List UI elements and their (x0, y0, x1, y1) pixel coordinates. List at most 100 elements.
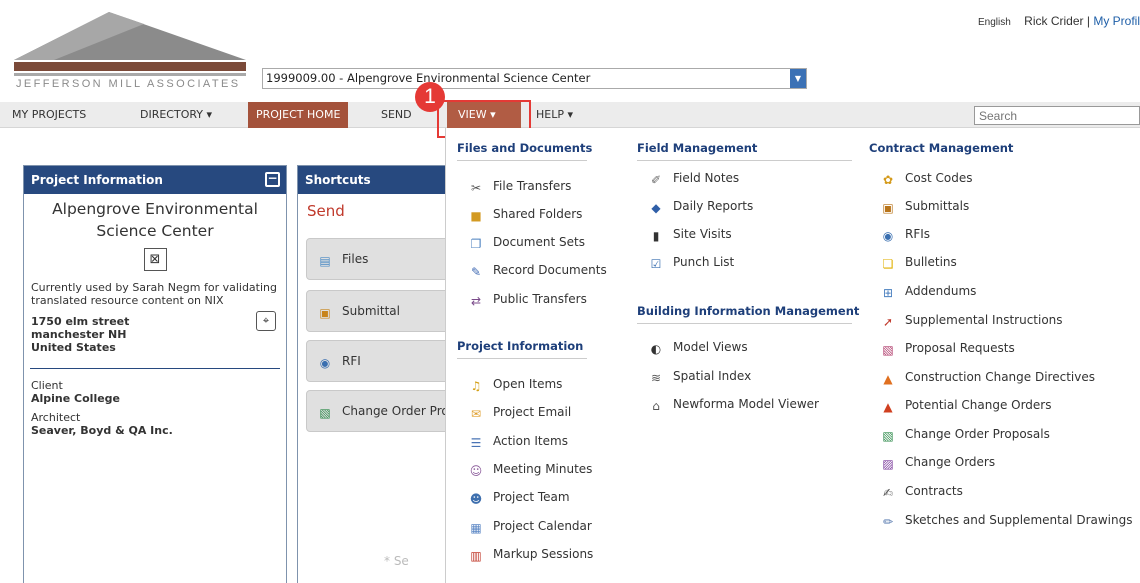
nav-help[interactable]: HELP ▾ (528, 102, 581, 128)
menu-item-label: Change Orders (905, 455, 996, 469)
menu-item-potential-change-orders[interactable]: ▲ Potential Change Orders (880, 397, 1051, 414)
proposal-requests-icon: ▧ (882, 343, 894, 357)
menu-item-record-documents[interactable]: ✎ Record Documents (468, 262, 607, 279)
model-views-icon: ◐ (650, 342, 662, 356)
menu-item-submittals[interactable]: ▣ Submittals (880, 198, 969, 215)
menu-item-shared-folders[interactable]: ■ Shared Folders (468, 206, 582, 223)
menu-item-contracts[interactable]: ✍ Contracts (880, 483, 963, 500)
menu-item-project-calendar[interactable]: ▦ Project Calendar (468, 518, 592, 535)
menu-item-spatial-index[interactable]: ≋ Spatial Index (648, 368, 751, 385)
spatial-index-icon: ≋ (650, 371, 662, 385)
menu-item-site-visits[interactable]: ▮ Site Visits (648, 226, 732, 243)
daily-report-icon: ◆ (651, 201, 661, 215)
menu-item-action-items[interactable]: ☰ Action Items (468, 433, 568, 450)
main-nav: MY PROJECTS DIRECTORY ▾ PROJECT HOME SEN… (0, 102, 1140, 128)
divider (30, 368, 280, 369)
shortcut-label: RFI (342, 354, 361, 368)
address-block: 1750 elm street manchester NH United Sta… (24, 311, 286, 354)
menu-item-newforma-model-viewer[interactable]: ⌂ Newforma Model Viewer (648, 396, 819, 413)
menu-item-label: Cost Codes (905, 171, 973, 185)
menu-item-construction-change-directives[interactable]: ▲ Construction Change Directives (880, 369, 1095, 386)
menu-item-label: Spatial Index (673, 369, 752, 383)
record-document-icon: ✎ (470, 265, 482, 279)
pco-icon: ▲ (883, 400, 893, 414)
menu-item-proposal-requests[interactable]: ▧ Proposal Requests (880, 340, 1015, 357)
contracts-icon: ✍ (882, 486, 894, 500)
project-information-menu-heading: Project Information (457, 339, 587, 359)
menu-item-daily-reports[interactable]: ◆ Daily Reports (648, 198, 753, 215)
menu-item-project-email[interactable]: ✉ Project Email (468, 404, 571, 421)
menu-item-punch-list[interactable]: ☑ Punch List (648, 254, 735, 271)
user-name[interactable]: Rick Crider (1024, 14, 1083, 28)
company-logo[interactable]: JEFFERSON MILL ASSOCIATES (14, 12, 246, 92)
menu-item-label: Submittals (905, 199, 970, 213)
menu-item-label: Project Email (493, 405, 572, 419)
menu-item-project-team[interactable]: ☻ Project Team (468, 489, 570, 506)
address-line: manchester NH (31, 328, 127, 341)
menu-item-change-orders[interactable]: ▨ Change Orders (880, 454, 995, 471)
menu-item-addendums[interactable]: ⊞ Addendums (880, 283, 976, 300)
menu-item-field-notes[interactable]: ✐ Field Notes (648, 170, 739, 187)
menu-item-meeting-minutes[interactable]: ☺ Meeting Minutes (468, 461, 593, 478)
menu-item-bulletins[interactable]: ❏ Bulletins (880, 254, 957, 271)
model-viewer-icon: ⌂ (652, 399, 660, 413)
map-icon[interactable]: ⌖ (256, 311, 276, 331)
shortcut-change-order-button[interactable]: ▧ Change Order Pro (306, 390, 466, 432)
ccd-icon: ▲ (883, 372, 893, 386)
contract-management-heading: Contract Management (869, 141, 1014, 155)
nav-directory[interactable]: DIRECTORY ▾ (132, 102, 220, 128)
menu-item-cost-codes[interactable]: ✿ Cost Codes (880, 170, 973, 187)
menu-item-public-transfers[interactable]: ⇄ Public Transfers (468, 291, 587, 308)
cost-codes-icon: ✿ (882, 173, 894, 187)
menu-item-rfis[interactable]: ◉ RFIs (880, 226, 930, 243)
folder-icon: ■ (470, 209, 482, 223)
menu-item-label: Punch List (673, 255, 735, 269)
shortcut-submittal-button[interactable]: ▣ Submittal (306, 290, 466, 332)
bulletins-icon: ❏ (882, 257, 894, 271)
language-selector[interactable]: English (978, 17, 1011, 28)
bim-heading: Building Information Management (637, 304, 859, 324)
public-transfer-icon: ⇄ (470, 294, 482, 308)
shortcut-rfi-button[interactable]: ◉ RFI (306, 340, 466, 382)
menu-item-label: Newforma Model Viewer (673, 397, 819, 411)
my-profile-link[interactable]: My Profil (1093, 14, 1140, 28)
menu-item-label: Shared Folders (493, 207, 583, 221)
dropdown-arrow-icon[interactable]: ▼ (790, 69, 806, 88)
menu-item-label: Project Calendar (493, 519, 592, 533)
project-information-panel: Project Information − Alpengrove Environ… (23, 165, 287, 583)
nav-send[interactable]: SEND (373, 102, 420, 128)
menu-item-label: Model Views (673, 340, 748, 354)
search-input[interactable] (974, 106, 1140, 125)
menu-item-label: Proposal Requests (905, 341, 1015, 355)
minimize-icon[interactable]: − (265, 172, 280, 187)
client-value: Alpine College (31, 392, 121, 405)
address-line: United States (31, 341, 116, 354)
menu-item-label: Sketches and Supplemental Drawings (905, 513, 1133, 527)
architect-value: Seaver, Boyd & QA Inc. (31, 424, 173, 437)
files-and-documents-heading: Files and Documents (457, 141, 592, 161)
menu-item-supplemental-instructions[interactable]: ➚ Supplemental Instructions (880, 312, 1063, 329)
menu-item-open-items[interactable]: ♫ Open Items (468, 376, 563, 393)
field-management-heading: Field Management (637, 141, 852, 161)
menu-item-label: Supplemental Instructions (905, 313, 1063, 327)
menu-item-model-views[interactable]: ◐ Model Views (648, 339, 748, 356)
nav-project-home[interactable]: PROJECT HOME (248, 102, 349, 128)
menu-item-label: Bulletins (905, 255, 957, 269)
team-icon: ☻ (469, 492, 483, 506)
menu-item-label: Document Sets (493, 235, 585, 249)
menu-item-label: Contracts (905, 484, 963, 498)
project-information-header: Project Information − (24, 166, 286, 194)
menu-item-change-order-proposals[interactable]: ▧ Change Order Proposals (880, 426, 1050, 443)
menu-item-label: Project Team (493, 490, 570, 504)
shortcut-label: Change Order Pro (342, 404, 449, 418)
nav-my-projects[interactable]: MY PROJECTS (4, 102, 94, 128)
menu-item-file-transfers[interactable]: ✂ File Transfers (468, 178, 571, 195)
menu-item-sketches[interactable]: ✏ Sketches and Supplemental Drawings (880, 512, 1133, 529)
change-order-icon: ▧ (319, 406, 331, 420)
menu-item-document-sets[interactable]: ❐ Document Sets (468, 234, 585, 251)
project-selector[interactable]: 1999009.00 - Alpengrove Environmental Sc… (262, 68, 807, 89)
user-bar: English Rick Crider | My Profil (978, 14, 1140, 28)
menu-item-markup-sessions[interactable]: ▥ Markup Sessions (468, 546, 593, 563)
shortcut-files-button[interactable]: ▤ Files (306, 238, 466, 280)
menu-item-label: Open Items (493, 377, 563, 391)
